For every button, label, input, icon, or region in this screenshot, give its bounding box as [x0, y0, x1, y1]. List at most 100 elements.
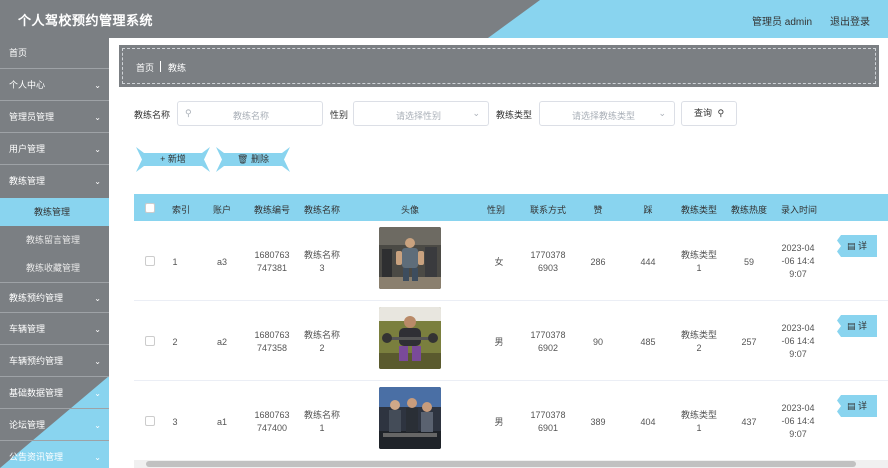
cell-coach-name-line2: 3 — [319, 263, 325, 273]
cell-phone-line1: 1770378 — [530, 410, 566, 420]
details-button[interactable]: ▤ 详 — [837, 235, 877, 257]
sidebar-item-base-data[interactable]: 基础数据管理 ⌄ — [0, 378, 109, 409]
details-button[interactable]: ▤ 详 — [837, 315, 877, 337]
details-button[interactable]: ▤ 详 — [837, 395, 877, 417]
column-header-coach-code: 教练编号 — [253, 205, 290, 215]
trash-icon: 🗑 — [237, 154, 249, 164]
sidebar-item-label: 管理员管理 — [9, 112, 55, 122]
cell-coach-name: 教练名称 2 — [300, 329, 344, 355]
column-header-likes: 赞 — [593, 205, 603, 215]
add-button[interactable]: + 新增 — [136, 147, 210, 172]
document-icon: ▤ — [847, 241, 856, 251]
cell-dislikes: 404 — [640, 417, 656, 427]
coach-type-placeholder: 请选择教练类型 — [572, 111, 636, 121]
cell-likes: 389 — [590, 417, 606, 427]
cell-coach-name-line1: 教练名称 — [303, 410, 340, 420]
breadcrumb-separator — [160, 61, 161, 72]
sidebar-item-label: 车辆预约管理 — [9, 356, 64, 366]
cell-coach-type: 教练类型 1 — [677, 249, 721, 275]
coach-avatar — [379, 387, 441, 449]
cell-coach-code-line2: 747400 — [256, 423, 288, 433]
cell-coach-type-line1: 教练类型 — [680, 250, 717, 260]
cell-coach-name-line1: 教练名称 — [303, 330, 340, 340]
cell-entry-time-line3: 9:07 — [789, 349, 807, 359]
details-button-label: 详 — [858, 241, 868, 251]
sidebar-item-coach-bookings[interactable]: 教练预约管理 ⌄ — [0, 282, 109, 313]
column-header-entry-time: 录入时间 — [780, 205, 817, 215]
query-button-label: 查询 — [693, 108, 712, 118]
chevron-down-icon: ⌄ — [94, 177, 101, 186]
sidebar-item-home[interactable]: 首页 — [0, 38, 109, 69]
cell-gender: 男 — [494, 337, 504, 347]
cell-account: a3 — [216, 257, 227, 267]
column-header-avatar: 头像 — [400, 205, 419, 215]
cell-entry-time: 2023-04 -06 14:4 9:07 — [778, 242, 818, 281]
app-title: 个人驾校预约管理系统 — [18, 13, 154, 28]
sidebar: 首页 个人中心 ⌄ 管理员管理 ⌄ 用户管理 ⌄ 教练管理 ⌄ 教练管理 教练留言管理 … — [0, 38, 109, 468]
top-header: 个人驾校预约管理系统 管理员 admin 退出登录 — [0, 0, 888, 38]
scrollbar-thumb[interactable] — [146, 461, 856, 467]
cell-entry-time-line2: -06 14:4 — [781, 416, 815, 426]
add-button-label: 新增 — [167, 154, 186, 164]
cell-entry-time: 2023-04 -06 14:4 9:07 — [778, 322, 818, 361]
sidebar-item-label: 用户管理 — [9, 144, 46, 154]
cell-coach-name: 教练名称 1 — [300, 409, 344, 435]
cell-entry-time-line2: -06 14:4 — [781, 256, 815, 266]
sidebar-subitem-coach-favorites[interactable]: 教练收藏管理 — [0, 254, 109, 282]
sidebar-item-label: 首页 — [9, 48, 28, 58]
sidebar-item-coaches[interactable]: 教练管理 ⌄ — [0, 166, 109, 197]
sidebar-item-announcements[interactable]: 公告资讯管理 ⌄ — [0, 442, 109, 468]
select-all-checkbox[interactable] — [145, 203, 155, 213]
chevron-down-icon: ⌄ — [94, 421, 101, 430]
plus-icon: + — [160, 154, 166, 164]
sidebar-item-label: 教练管理 — [9, 176, 46, 186]
coach-name-input[interactable]: ⚲ 教练名称 — [177, 101, 323, 126]
coach-type-label: 教练类型 — [496, 110, 533, 120]
column-header-gender: 性别 — [486, 205, 505, 215]
cell-coach-code: 1680763 747381 — [250, 249, 294, 275]
coach-type-select[interactable]: 请选择教练类型 ⌄ — [539, 101, 675, 126]
current-user: 管理员 admin — [752, 17, 813, 28]
cell-phone-line2: 6901 — [537, 423, 559, 433]
sidebar-item-users[interactable]: 用户管理 ⌄ — [0, 134, 109, 165]
cell-account: a2 — [216, 337, 227, 347]
breadcrumb: 首页 教练 — [119, 45, 879, 87]
sidebar-subitem-coach-messages[interactable]: 教练留言管理 — [0, 226, 109, 254]
cell-index: 2 — [172, 337, 178, 347]
cell-phone: 1770378 6901 — [526, 409, 570, 435]
delete-button[interactable]: 🗑 删除 — [216, 147, 290, 172]
cell-index: 1 — [172, 257, 178, 267]
logout-link[interactable]: 退出登录 — [830, 13, 870, 28]
sidebar-item-profile[interactable]: 个人中心 ⌄ — [0, 70, 109, 101]
cell-entry-time-line2: -06 14:4 — [781, 336, 815, 346]
row-checkbox[interactable] — [145, 336, 155, 346]
chevron-down-icon: ⌄ — [94, 113, 101, 122]
row-checkbox[interactable] — [145, 416, 155, 426]
coach-name-placeholder: 教练名称 — [233, 111, 270, 121]
cell-phone: 1770378 6903 — [526, 249, 570, 275]
sidebar-item-admins[interactable]: 管理员管理 ⌄ — [0, 102, 109, 133]
sidebar-subitem-coach-manage[interactable]: 教练管理 — [0, 198, 109, 226]
cell-coach-code-line2: 747381 — [256, 263, 288, 273]
breadcrumb-home[interactable]: 首页 — [136, 61, 154, 74]
cell-coach-code-line1: 1680763 — [254, 250, 290, 260]
sidebar-item-vehicles[interactable]: 车辆管理 ⌄ — [0, 314, 109, 345]
details-button-label: 详 — [858, 401, 868, 411]
breadcrumb-current: 教练 — [168, 63, 187, 73]
document-icon: ▤ — [847, 321, 856, 331]
query-button[interactable]: 查询 ⚲ — [681, 101, 737, 126]
chevron-down-icon: ⌄ — [472, 108, 480, 118]
cell-likes: 90 — [592, 337, 603, 347]
row-checkbox[interactable] — [145, 256, 155, 266]
cell-phone-line1: 1770378 — [530, 250, 566, 260]
column-header-coach-type: 教练类型 — [680, 205, 717, 215]
cell-coach-heat: 59 — [743, 257, 754, 267]
sidebar-item-forum[interactable]: 论坛管理 ⌄ — [0, 410, 109, 441]
column-header-account: 账户 — [212, 205, 231, 215]
sidebar-item-vehicle-bookings[interactable]: 车辆预约管理 ⌄ — [0, 346, 109, 377]
cell-entry-time-line1: 2023-04 — [781, 243, 815, 253]
cell-coach-heat: 257 — [741, 337, 757, 347]
cell-phone-line2: 6902 — [537, 343, 559, 353]
horizontal-scrollbar[interactable] — [134, 460, 888, 468]
gender-select[interactable]: 请选择性别 ⌄ — [353, 101, 489, 126]
